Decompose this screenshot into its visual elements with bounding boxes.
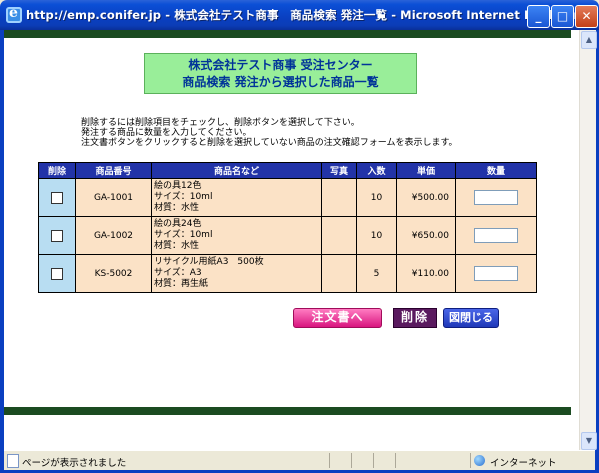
quantity-input[interactable]	[474, 266, 518, 281]
unit-price: ¥110.00	[396, 254, 456, 293]
product-material: 材質：水性	[154, 203, 200, 213]
status-divider	[373, 453, 374, 468]
product-size: サイズ：A3	[154, 268, 202, 278]
delete-cell	[38, 178, 76, 217]
delete-button[interactable]: 削除	[393, 308, 437, 328]
unit-price: ¥500.00	[396, 178, 456, 217]
maximize-button[interactable]: □	[551, 5, 574, 28]
instructions: 削除するには削除項目をチェックし、削除ボタンを選択して下さい。 発注する商品に数…	[81, 118, 458, 148]
column-header-code: 商品番号	[75, 162, 152, 179]
column-header-photo: 写真	[321, 162, 357, 179]
product-material: 材質：再生紙	[154, 279, 209, 289]
product-name-line: リサイクル用紙A3 500枚	[154, 257, 264, 267]
status-text: ページが表示されました	[22, 458, 127, 469]
quantity-input[interactable]	[474, 190, 518, 205]
pack-quantity: 5	[356, 254, 397, 293]
delete-checkbox[interactable]	[51, 267, 63, 280]
unit-price: ¥650.00	[396, 216, 456, 255]
product-size: サイズ：10ml	[154, 192, 213, 202]
close-button[interactable]: 図閉じる	[443, 308, 499, 328]
quantity-input[interactable]	[474, 228, 518, 243]
instruction-line: 発注する商品に数量を入力してください。	[81, 128, 252, 138]
quantity-cell	[455, 216, 537, 255]
top-bar	[4, 30, 571, 38]
delete-checkbox[interactable]	[51, 191, 63, 204]
status-divider	[470, 453, 471, 468]
instruction-line: 削除するには削除項目をチェックし、削除ボタンを選択して下さい。	[81, 118, 360, 128]
quantity-cell	[455, 254, 537, 293]
product-code: GA-1002	[75, 216, 152, 255]
quantity-cell	[455, 178, 537, 217]
product-name: 絵の具12色 サイズ：10ml 材質：水性	[151, 178, 322, 217]
instruction-line: 注文書ボタンをクリックすると削除を選択していない商品の注文確認フォームを表示しま…	[81, 138, 458, 148]
table-row: KS-5002 リサイクル用紙A3 500枚 サイズ：A3 材質：再生紙 5 ¥…	[38, 254, 537, 293]
scroll-down-icon[interactable]: ▼	[581, 432, 597, 450]
table-row: GA-1002 絵の具24色 サイズ：10ml 材質：水性 10 ¥650.00	[38, 216, 537, 255]
product-code: GA-1001	[75, 178, 152, 217]
product-name-line: 絵の具12色	[154, 181, 202, 191]
scroll-up-icon[interactable]: ▲	[581, 31, 597, 49]
product-photo	[321, 254, 357, 293]
table-row: GA-1001 絵の具12色 サイズ：10ml 材質：水性 10 ¥500.00	[38, 178, 537, 217]
column-header-name: 商品名など	[151, 162, 322, 179]
product-photo	[321, 216, 357, 255]
close-window-button[interactable]: ✕	[575, 5, 598, 28]
delete-cell	[38, 254, 76, 293]
minimize-button[interactable]: _	[527, 5, 550, 28]
header-title: 株式会社テスト商事 受注センター	[188, 58, 373, 72]
status-divider	[329, 453, 330, 468]
page-header: 株式会社テスト商事 受注センター 商品検索 発注から選択した商品一覧	[144, 53, 417, 94]
pack-quantity: 10	[356, 178, 397, 217]
order-form-button[interactable]: 注文書へ	[293, 308, 382, 328]
status-bar: ページが表示されました インターネット	[4, 450, 595, 470]
window-title: http://emp.conifer.jp - 株式会社テスト商事 商品検索 発…	[26, 8, 580, 22]
table-header-row: 削除 商品番号 商品名など 写真 入数 単価 数量	[38, 162, 537, 179]
product-photo	[321, 178, 357, 217]
product-name: 絵の具24色 サイズ：10ml 材質：水性	[151, 216, 322, 255]
status-divider	[395, 453, 396, 468]
page-icon	[7, 454, 19, 468]
delete-cell	[38, 216, 76, 255]
zone-text: インターネット	[490, 458, 557, 469]
status-divider	[351, 453, 352, 468]
header-subtitle: 商品検索 発注から選択した商品一覧	[182, 75, 379, 89]
pack-quantity: 10	[356, 216, 397, 255]
page-content: 株式会社テスト商事 受注センター 商品検索 発注から選択した商品一覧 削除するに…	[4, 30, 579, 450]
delete-checkbox[interactable]	[51, 229, 63, 242]
product-name: リサイクル用紙A3 500枚 サイズ：A3 材質：再生紙	[151, 254, 322, 293]
column-header-qty: 数量	[455, 162, 537, 179]
column-header-delete: 削除	[38, 162, 76, 179]
column-header-price: 単価	[396, 162, 456, 179]
product-code: KS-5002	[75, 254, 152, 293]
bottom-bar	[4, 407, 571, 415]
product-name-line: 絵の具24色	[154, 219, 202, 229]
product-material: 材質：水性	[154, 241, 200, 251]
column-header-qty-per: 入数	[356, 162, 397, 179]
items-table: 削除 商品番号 商品名など 写真 入数 単価 数量 GA-1001 絵の具12色…	[38, 162, 537, 293]
product-size: サイズ：10ml	[154, 230, 213, 240]
vertical-scrollbar[interactable]: ▲ ▼	[579, 30, 597, 450]
ie-icon	[6, 5, 22, 23]
globe-icon	[474, 455, 485, 466]
window-titlebar[interactable]: http://emp.conifer.jp - 株式会社テスト商事 商品検索 発…	[0, 0, 599, 30]
